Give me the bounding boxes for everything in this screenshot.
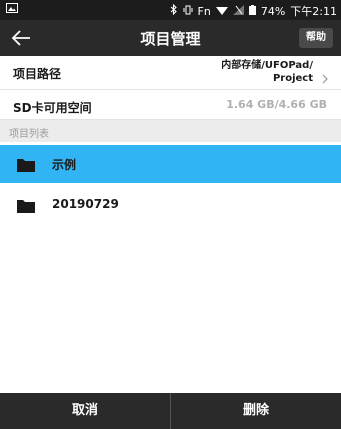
project-path-value: 内部存储/UFOPad/ Project	[221, 59, 313, 85]
project-path-label: 项目路径	[13, 67, 62, 81]
project-path-value-line1: 内部存储/UFOPad/	[221, 60, 313, 71]
project-path-value-line2: Project	[272, 73, 313, 84]
folder-icon	[17, 198, 35, 213]
page-title: 项目管理	[140, 30, 201, 48]
list-item[interactable]: 示例	[0, 145, 341, 183]
arrow-left-icon[interactable]	[10, 27, 32, 49]
project-path-row[interactable]: 项目路径 内部存储/UFOPad/ Project	[0, 56, 341, 90]
app-bar: 项目管理 帮助	[0, 20, 341, 56]
sd-space-label: SD卡可用空间	[13, 101, 92, 115]
wifi-icon	[215, 5, 228, 18]
status-bar: Fn 74% 下午2:11	[0, 0, 341, 20]
sd-space-row: SD卡可用空间 1.64 GB/4.66 GB	[0, 90, 341, 120]
bluetooth-icon	[170, 3, 178, 18]
bottom-action-bar: 取消 删除	[0, 393, 341, 429]
fn-icon: Fn	[197, 4, 211, 18]
delete-button[interactable]: 删除	[170, 393, 341, 429]
battery-icon	[248, 4, 256, 18]
battery-percent: 74%	[260, 4, 286, 18]
list-item-label: 示例	[52, 158, 77, 172]
project-list-header: 项目列表	[0, 120, 341, 142]
cancel-button[interactable]: 取消	[0, 393, 170, 429]
help-button[interactable]: 帮助	[299, 28, 333, 48]
list-item-label: 20190729	[52, 197, 119, 211]
image-notification-icon	[6, 3, 18, 16]
folder-icon	[17, 157, 35, 172]
clock: 下午2:11	[290, 5, 337, 18]
signal-icon	[232, 4, 244, 18]
project-list-header-label: 项目列表	[9, 129, 49, 140]
chevron-right-icon	[321, 69, 329, 84]
sd-space-value: 1.64 GB/4.66 GB	[226, 98, 327, 111]
list-item[interactable]: 20190729	[0, 186, 341, 224]
vibrate-icon	[183, 5, 193, 18]
